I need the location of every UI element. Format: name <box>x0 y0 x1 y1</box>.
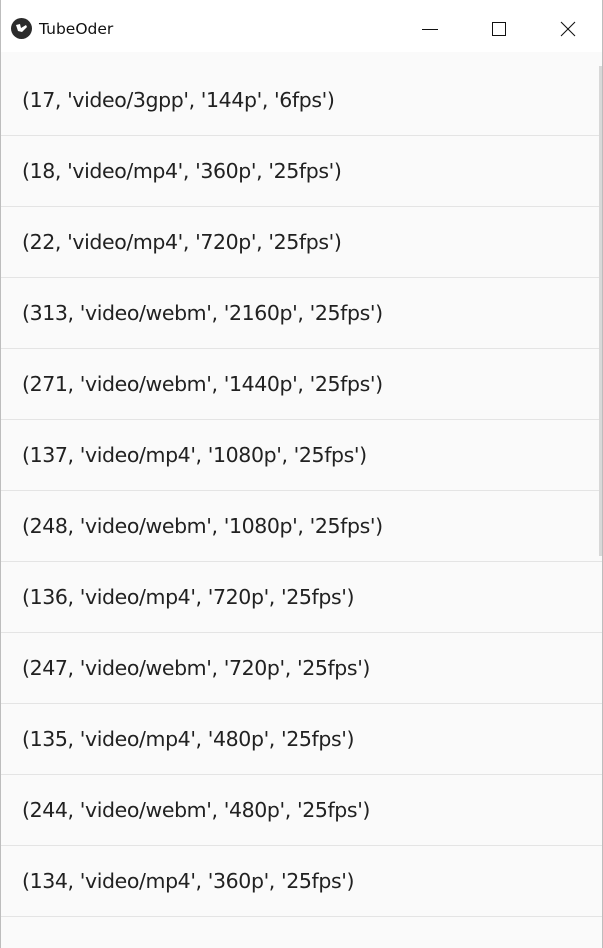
stream-label: (134, 'video/mp4', '360p', '25fps') <box>22 869 355 893</box>
window-title: TubeOder <box>39 19 114 38</box>
stream-item[interactable]: (271, 'video/webm', '1440p', '25fps') <box>1 349 602 420</box>
stream-item[interactable]: (244, 'video/webm', '480p', '25fps') <box>1 775 602 846</box>
stream-item[interactable]: (313, 'video/webm', '2160p', '25fps') <box>1 278 602 349</box>
stream-label: (136, 'video/mp4', '720p', '25fps') <box>22 585 355 609</box>
stream-item[interactable]: (247, 'video/webm', '720p', '25fps') <box>1 633 602 704</box>
minimize-button[interactable] <box>395 6 464 52</box>
stream-label: (18, 'video/mp4', '360p', '25fps') <box>22 159 342 183</box>
close-icon <box>560 21 575 37</box>
stream-item[interactable]: (136, 'video/mp4', '720p', '25fps') <box>1 562 602 633</box>
window-controls <box>395 6 602 52</box>
stream-label: (313, 'video/webm', '2160p', '25fps') <box>22 301 383 325</box>
stream-list[interactable]: (17, 'video/3gpp', '144p', '6fps') (18, … <box>1 64 602 917</box>
stream-label: (271, 'video/webm', '1440p', '25fps') <box>22 372 383 396</box>
stream-label: (247, 'video/webm', '720p', '25fps') <box>22 656 371 680</box>
stream-item[interactable]: (17, 'video/3gpp', '144p', '6fps') <box>1 64 602 136</box>
scroll-indicator[interactable] <box>599 66 602 556</box>
stream-label: (135, 'video/mp4', '480p', '25fps') <box>22 727 355 751</box>
stream-label: (244, 'video/webm', '480p', '25fps') <box>22 798 371 822</box>
stream-item[interactable]: (22, 'video/mp4', '720p', '25fps') <box>1 207 602 278</box>
title-bar[interactable]: TubeOder <box>1 0 602 52</box>
close-button[interactable] <box>533 6 602 52</box>
stream-item[interactable]: (18, 'video/mp4', '360p', '25fps') <box>1 136 602 207</box>
stream-item[interactable]: (134, 'video/mp4', '360p', '25fps') <box>1 846 602 917</box>
stream-item[interactable]: (248, 'video/webm', '1080p', '25fps') <box>1 491 602 562</box>
stream-item[interactable]: (137, 'video/mp4', '1080p', '25fps') <box>1 420 602 491</box>
maximize-icon <box>491 22 506 36</box>
maximize-button[interactable] <box>464 6 533 52</box>
minimize-icon <box>421 29 438 30</box>
kivy-logo-icon <box>11 18 32 39</box>
stream-label: (248, 'video/webm', '1080p', '25fps') <box>22 514 383 538</box>
stream-label: (137, 'video/mp4', '1080p', '25fps') <box>22 443 367 467</box>
stream-label: (17, 'video/3gpp', '144p', '6fps') <box>22 87 335 112</box>
stream-item[interactable]: (135, 'video/mp4', '480p', '25fps') <box>1 704 602 775</box>
app-window: TubeOder (17, 'video/3gpp', '144p', '6fp… <box>0 0 603 948</box>
stream-label: (22, 'video/mp4', '720p', '25fps') <box>22 230 342 254</box>
